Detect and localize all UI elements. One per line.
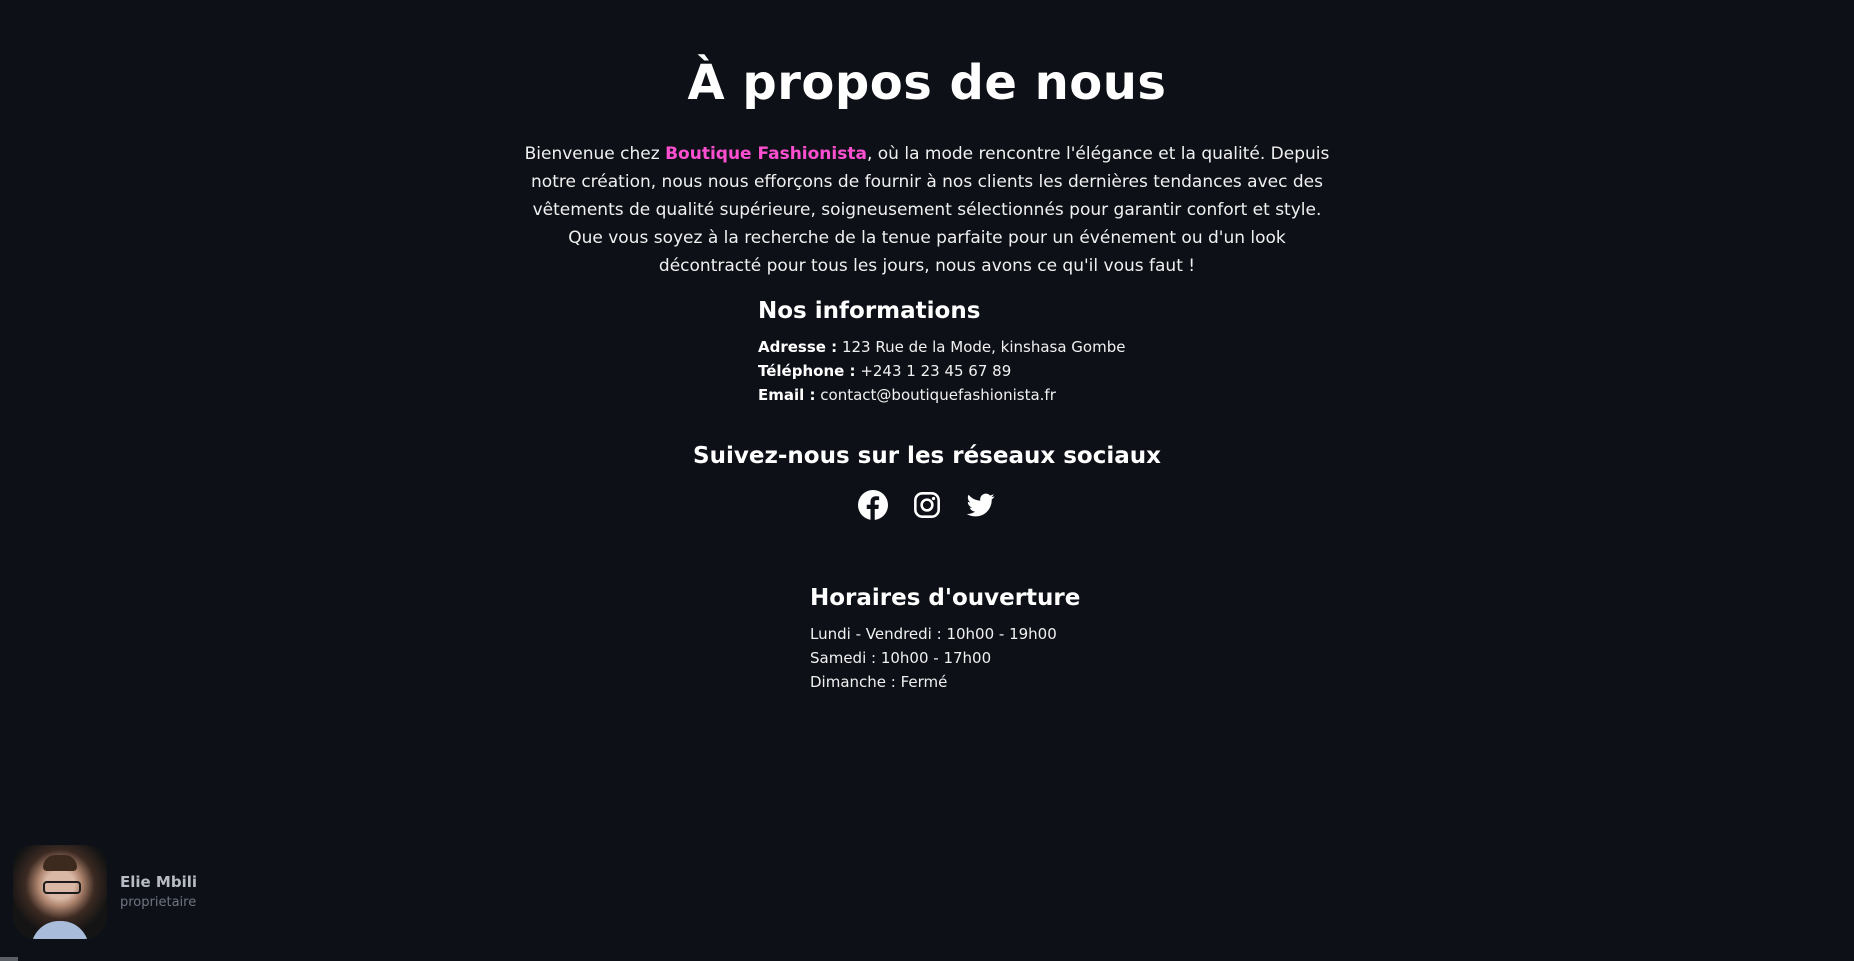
intro-paragraph: Bienvenue chez Boutique Fashionista, où … <box>517 140 1337 280</box>
info-section: Nos informations Adresse : 123 Rue de la… <box>758 295 1125 407</box>
corner-indicator <box>0 957 18 961</box>
email-line: Email : contact@boutiquefashionista.fr <box>758 383 1125 407</box>
twitter-icon[interactable] <box>966 490 996 520</box>
address-value: 123 Rue de la Mode, kinshasa Gombe <box>841 338 1126 356</box>
phone-label: Téléphone : <box>758 362 856 380</box>
social-heading: Suivez-nous sur les réseaux sociaux <box>693 443 1161 469</box>
avatar <box>13 845 107 939</box>
address-line: Adresse : 123 Rue de la Mode, kinshasa G… <box>758 335 1125 359</box>
brand-name: Boutique Fashionista <box>665 144 867 164</box>
hours-line-sunday: Dimanche : Fermé <box>810 673 948 691</box>
owner-role: proprietaire <box>120 895 197 910</box>
owner-name: Elie Mbili <box>120 873 198 891</box>
hours-heading: Horaires d'ouverture <box>810 585 1081 611</box>
instagram-icon[interactable] <box>912 490 942 520</box>
email-label: Email : <box>758 386 816 404</box>
hours-line-saturday: Samedi : 10h00 - 17h00 <box>810 649 992 667</box>
page-title: À propos de nous <box>687 55 1167 111</box>
social-icons <box>0 490 1854 520</box>
about-page: À propos de nous Bienvenue chez Boutique… <box>0 0 1854 961</box>
hours-line-weekdays: Lundi - Vendredi : 10h00 - 19h00 <box>810 625 1057 643</box>
hours-section: Horaires d'ouverture Lundi - Vendredi : … <box>810 582 1080 694</box>
intro-prefix: Bienvenue chez <box>524 144 666 164</box>
facebook-icon[interactable] <box>858 490 888 520</box>
phone-value: +243 1 23 45 67 89 <box>860 362 1012 380</box>
social-section: Suivez-nous sur les réseaux sociaux <box>0 440 1854 520</box>
address-label: Adresse : <box>758 338 838 356</box>
email-value[interactable]: contact@boutiquefashionista.fr <box>820 386 1056 404</box>
phone-line: Téléphone : +243 1 23 45 67 89 <box>758 359 1125 383</box>
info-heading: Nos informations <box>758 298 981 324</box>
owner-card: Elie Mbili proprietaire <box>13 845 197 939</box>
owner-text: Elie Mbili proprietaire <box>120 871 197 913</box>
